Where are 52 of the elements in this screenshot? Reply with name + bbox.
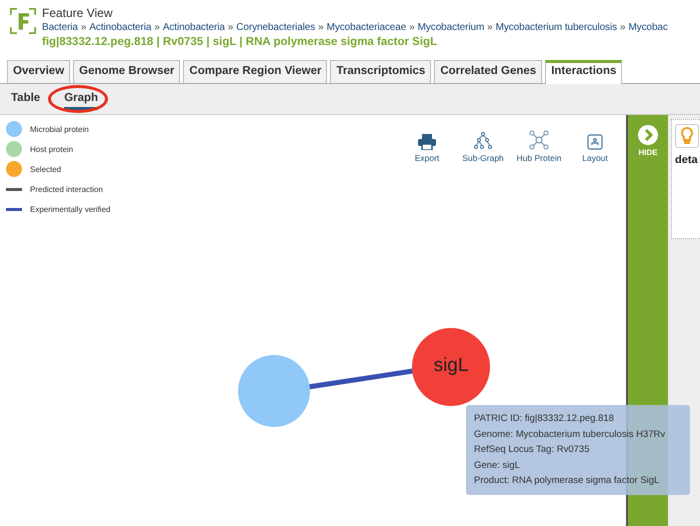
tab[interactable]: Overview bbox=[7, 60, 70, 83]
breadcrumb-separator: » bbox=[228, 22, 234, 33]
breadcrumb-link[interactable]: Mycobacteriaceae bbox=[326, 22, 406, 33]
hub-icon bbox=[529, 130, 549, 150]
breadcrumb-separator: » bbox=[154, 22, 160, 33]
tab[interactable]: Compare Region Viewer bbox=[183, 60, 328, 83]
tooltip-line: PATRIC ID: fig|83332.12.peg.818 bbox=[474, 412, 615, 426]
tree-icon bbox=[474, 132, 492, 150]
toolbar-button[interactable]: Sub-Graph bbox=[460, 119, 506, 163]
subtab[interactable]: Table bbox=[11, 88, 40, 110]
tab[interactable]: Correlated Genes bbox=[434, 60, 542, 83]
tab[interactable]: Genome Browser bbox=[73, 60, 180, 83]
breadcrumb-link[interactable]: Mycobacterium tuberculosis bbox=[496, 22, 617, 33]
breadcrumb-separator: » bbox=[487, 22, 493, 33]
legend-label: Predicted interaction bbox=[30, 184, 103, 194]
tip-button[interactable] bbox=[675, 124, 699, 148]
chevron-right-icon bbox=[638, 125, 658, 145]
microbial-protein-node[interactable] bbox=[238, 355, 310, 427]
tooltip-line: RefSeq Locus Tag: Rv0735 bbox=[474, 443, 590, 457]
tooltip-line: Genome: Mycobacterium tuberculosis H37Rv bbox=[474, 428, 666, 442]
breadcrumb-link[interactable]: Mycobacterium bbox=[418, 22, 484, 33]
legend-label: Microbial protein bbox=[30, 124, 89, 134]
legend-label: Host protein bbox=[30, 144, 74, 154]
legend-label: Selected bbox=[30, 164, 62, 174]
tooltip-line: Product: RNA polymerase sigma factor SigL bbox=[474, 474, 660, 488]
toolbar-button[interactable]: Export bbox=[404, 119, 450, 163]
breadcrumb-link[interactable]: Corynebacteriales bbox=[236, 22, 316, 33]
highlight-ellipse bbox=[48, 85, 108, 113]
breadcrumb-link[interactable]: Actinobacteria bbox=[162, 22, 225, 33]
node-label: sigL bbox=[432, 355, 470, 377]
breadcrumb-separator: » bbox=[318, 22, 324, 33]
breadcrumb-separator: » bbox=[409, 22, 415, 33]
tab[interactable]: Transcriptomics bbox=[330, 60, 432, 83]
breadcrumb-separator: » bbox=[620, 22, 626, 33]
breadcrumb-link[interactable]: Actinobacteria bbox=[89, 22, 152, 33]
toolbar-button[interactable]: Layout bbox=[572, 119, 618, 163]
breadcrumb-link[interactable]: Mycobac bbox=[628, 22, 668, 33]
breadcrumb-link[interactable]: Bacteria bbox=[42, 22, 78, 33]
layout-icon bbox=[587, 134, 603, 150]
subtab[interactable]: Graph bbox=[64, 88, 98, 110]
breadcrumb-separator: » bbox=[80, 22, 86, 33]
panel-heading: deta bbox=[675, 154, 699, 166]
toolbar-button[interactable]: Hub Protein bbox=[516, 119, 562, 163]
printer-icon bbox=[418, 134, 436, 150]
feature-title: fig|83332.12.peg.818 | Rv0735 | sigL | RNA polymerase sigma factor SigL bbox=[42, 36, 438, 48]
logo-icon bbox=[10, 8, 36, 34]
tooltip-line: Gene: sigL bbox=[474, 458, 521, 472]
lightbulb-icon bbox=[681, 127, 693, 145]
page-title: Feature View bbox=[42, 6, 114, 20]
tab[interactable]: Interactions bbox=[545, 60, 622, 84]
selected-protein-node[interactable] bbox=[412, 328, 490, 406]
legend-label: Experimentally verified bbox=[30, 204, 110, 214]
